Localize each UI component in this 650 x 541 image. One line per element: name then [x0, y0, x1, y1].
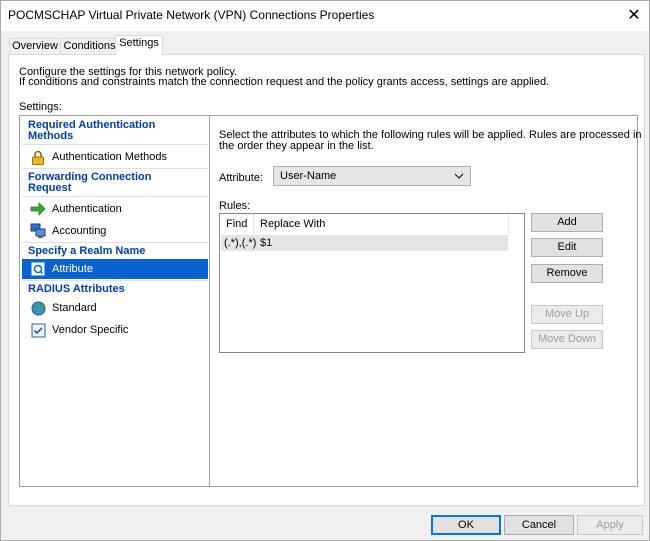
tab-overview[interactable]: Overview	[9, 38, 61, 55]
nav-header-radius: RADIUS Attributes	[28, 283, 125, 295]
nav-item-label: Attribute	[52, 263, 93, 275]
chevron-down-icon	[454, 169, 464, 186]
nav-divider	[22, 168, 208, 169]
properties-dialog: POCMSCHAP Virtual Private Network (VPN) …	[0, 0, 650, 541]
cancel-button[interactable]: Cancel	[504, 515, 574, 535]
attribute-icon	[30, 261, 46, 277]
nav-divider	[22, 242, 208, 243]
intro-text-2: If conditions and constraints match the …	[19, 76, 550, 88]
rule-replace-cell: $1	[260, 237, 273, 249]
nav-divider	[22, 144, 208, 145]
column-header-find[interactable]: Find	[220, 214, 254, 234]
title-bar: POCMSCHAP Virtual Private Network (VPN) …	[1, 1, 649, 31]
nav-item-label: Vendor Specific	[52, 324, 129, 336]
nav-divider	[22, 280, 208, 281]
apply-button[interactable]: Apply	[577, 515, 643, 535]
lock-icon	[30, 149, 46, 165]
settings-nav: Required Authentication Methods Authenti…	[19, 115, 211, 487]
move-down-button[interactable]: Move Down	[531, 330, 603, 349]
vertical-scrollbar[interactable]	[510, 214, 524, 352]
nav-item-label: Authentication Methods	[52, 151, 167, 163]
rule-find-cell: (.*),(.*)	[224, 237, 257, 249]
description-text-2: the order they appear in the list.	[219, 140, 374, 152]
attribute-dropdown-value: User-Name	[280, 170, 337, 182]
rules-label: Rules:	[219, 200, 251, 212]
nav-item-standard[interactable]: Standard	[22, 298, 208, 318]
nav-header-required-auth-2: Methods	[28, 130, 74, 142]
nav-header-realm: Specify a Realm Name	[28, 245, 146, 257]
rules-list[interactable]: Find Replace With (.*),(.*) $1	[219, 213, 525, 353]
ok-button[interactable]: OK	[431, 515, 501, 535]
nav-divider	[22, 196, 208, 197]
move-up-button[interactable]: Move Up	[531, 305, 603, 324]
window-title: POCMSCHAP Virtual Private Network (VPN) …	[8, 8, 375, 22]
nav-item-accounting[interactable]: Accounting	[22, 221, 208, 241]
globe-icon	[30, 300, 46, 316]
column-header-replace-with[interactable]: Replace With	[254, 214, 509, 234]
attribute-dropdown[interactable]: User-Name	[273, 166, 471, 186]
nav-item-authentication-methods[interactable]: Authentication Methods	[22, 147, 208, 167]
nav-item-label: Authentication	[52, 203, 122, 215]
nav-item-attribute[interactable]: Attribute	[22, 259, 208, 279]
close-icon[interactable]: ✕	[619, 1, 649, 31]
nav-item-label: Accounting	[52, 225, 107, 237]
settings-panel: Configure the settings for this network …	[8, 54, 645, 506]
arrow-right-icon	[30, 201, 46, 217]
tab-conditions[interactable]: Conditions	[60, 38, 119, 55]
computer-icon	[30, 223, 46, 239]
nav-header-forwarding-2: Request	[28, 182, 72, 194]
add-button[interactable]: Add	[531, 213, 603, 232]
nav-item-label: Standard	[52, 302, 97, 314]
attribute-detail-pane: Select the attributes to which the follo…	[209, 115, 642, 487]
attribute-label: Attribute:	[219, 172, 264, 184]
nav-item-vendor-specific[interactable]: Vendor Specific	[22, 320, 208, 340]
tab-settings[interactable]: Settings	[115, 35, 163, 55]
edit-button[interactable]: Edit	[531, 238, 603, 257]
checkbox-list-icon	[30, 322, 46, 338]
remove-button[interactable]: Remove	[531, 264, 603, 283]
nav-item-authentication[interactable]: Authentication	[22, 199, 208, 219]
settings-label: Settings:	[19, 101, 62, 113]
